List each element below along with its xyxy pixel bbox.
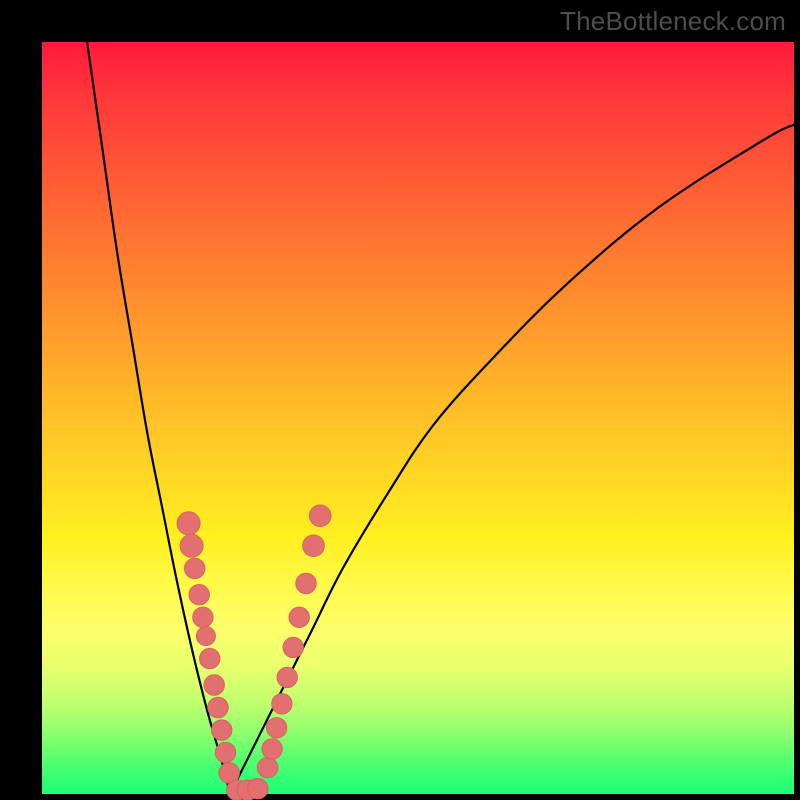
marker-dot — [257, 758, 277, 778]
marker-dot — [272, 694, 292, 714]
marker-dot — [296, 573, 316, 593]
marker-group — [177, 505, 331, 800]
chart-frame: TheBottleneck.com — [0, 0, 800, 800]
right-branch-path — [230, 125, 794, 794]
marker-dot — [309, 505, 331, 527]
marker-dot — [289, 607, 309, 627]
marker-dot — [185, 558, 205, 578]
curve-group — [87, 42, 794, 794]
marker-dot — [189, 585, 209, 605]
marker-dot — [200, 648, 220, 668]
marker-dot — [262, 739, 282, 759]
marker-dot — [208, 697, 228, 717]
marker-dot — [266, 718, 286, 738]
marker-dot — [283, 637, 303, 657]
marker-dot — [303, 535, 325, 557]
marker-dot — [180, 534, 203, 557]
marker-dot — [277, 667, 297, 687]
marker-dot — [193, 607, 213, 627]
marker-dot — [248, 779, 268, 799]
marker-dot — [212, 720, 232, 740]
marker-dot — [177, 512, 200, 535]
marker-dot — [196, 627, 215, 646]
marker-dot — [215, 742, 235, 762]
curve-canvas — [0, 0, 800, 800]
marker-dot — [204, 675, 224, 695]
